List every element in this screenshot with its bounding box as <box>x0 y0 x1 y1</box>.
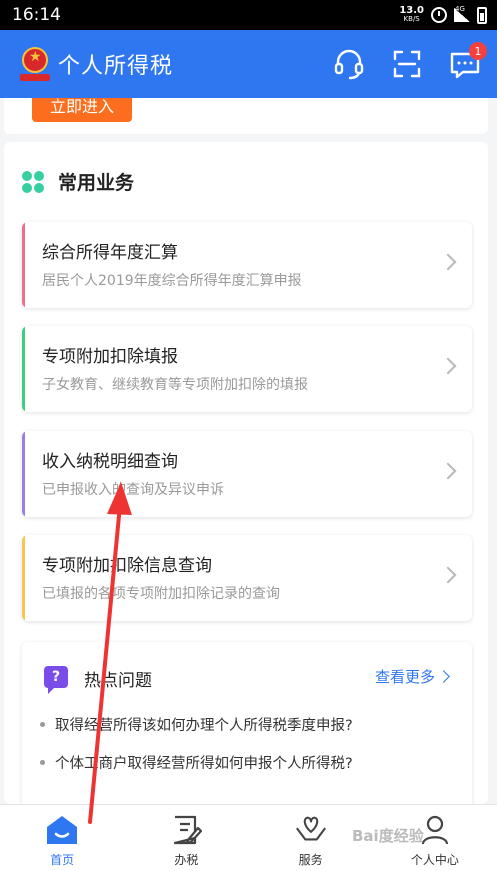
alarm-icon <box>431 7 447 23</box>
service-card-income-tax-query[interactable]: 收入纳税明细查询 已申报收入的查询及异议申诉 <box>22 431 472 517</box>
hot-question-item[interactable]: 个体工商户取得经营所得如何申报个人所得税? <box>40 752 353 773</box>
hot-question-item[interactable]: 取得经营所得该如何办理个人所得税季度申报? <box>40 714 353 735</box>
customer-service-button[interactable] <box>331 46 367 82</box>
service-card-deduction-filing[interactable]: 专项附加扣除填报 子女教育、继续教育等专项附加扣除的填报 <box>22 326 472 412</box>
network-speed-unit: KB/S <box>403 15 420 23</box>
card-accent-bar <box>22 222 25 308</box>
question-icon: ? <box>44 666 68 694</box>
status-time: 16:14 <box>12 5 61 25</box>
chevron-right-icon <box>439 566 457 584</box>
battery-icon <box>477 6 487 24</box>
watermark: Bai度经验 <box>352 827 424 845</box>
card-accent-bar <box>22 326 25 412</box>
card-accent-bar <box>22 431 25 517</box>
service-card-deduction-query[interactable]: 专项附加扣除信息查询 已填报的各项专项附加扣除记录的查询 <box>22 535 472 621</box>
tax-form-icon <box>169 813 203 847</box>
network-type: 4G <box>455 5 465 13</box>
chevron-right-icon <box>439 357 457 375</box>
tab-home[interactable]: 首页 <box>0 805 124 871</box>
status-bar: 16:14 13.0 KB/S 4G <box>0 0 497 30</box>
see-more-label: 查看更多 <box>374 668 435 686</box>
service-description: 居民个人2019年度综合所得年度汇算申报 <box>42 273 302 289</box>
tab-label: 服务 <box>298 853 323 867</box>
network-speed-value: 13.0 <box>399 5 424 16</box>
section-header: 常用业务 <box>22 168 134 195</box>
tab-label: 个人中心 <box>410 853 459 867</box>
service-description: 已申报收入的查询及异议申诉 <box>42 482 224 498</box>
service-description: 子女教育、继续教育等专项附加扣除的填报 <box>42 377 308 393</box>
chevron-right-icon <box>439 462 457 480</box>
bullet-dot <box>40 760 45 765</box>
see-more-link[interactable]: 查看更多 <box>374 666 450 687</box>
services-grid-icon <box>22 170 44 193</box>
heart-hands-icon <box>294 813 328 847</box>
home-icon <box>45 813 79 847</box>
tax-emblem-icon <box>20 47 50 81</box>
scan-button[interactable] <box>389 46 425 82</box>
service-title: 专项附加扣除填报 <box>42 347 178 367</box>
tab-label: 首页 <box>50 853 75 867</box>
service-card-annual-settlement[interactable]: 综合所得年度汇算 居民个人2019年度综合所得年度汇算申报 <box>22 222 472 308</box>
tab-tax[interactable]: 办税 <box>124 805 248 871</box>
network-speed: 13.0 KB/S <box>399 6 424 24</box>
app-title: 个人所得税 <box>58 54 174 79</box>
card-accent-bar <box>22 535 25 621</box>
service-title: 综合所得年度汇算 <box>42 243 178 263</box>
header-actions: 1 <box>331 42 487 82</box>
top-banner-card: 立即进入 <box>4 98 488 134</box>
app-header: 个人所得税 1 <box>0 30 497 98</box>
hot-questions-title: 热点问题 <box>84 671 152 691</box>
hot-question-text: 个体工商户取得经营所得如何申报个人所得税? <box>55 756 353 772</box>
scan-icon <box>393 50 421 78</box>
common-services-panel: 常用业务 综合所得年度汇算 居民个人2019年度综合所得年度汇算申报 专项附加扣… <box>4 142 488 812</box>
service-description: 已填报的各项专项附加扣除记录的查询 <box>42 586 280 602</box>
chevron-right-icon <box>439 253 457 271</box>
notification-badge: 1 <box>469 42 487 60</box>
section-title: 常用业务 <box>58 172 135 194</box>
service-title: 收入纳税明细查询 <box>42 452 178 472</box>
hot-questions-card: ? 热点问题 查看更多 取得经营所得该如何办理个人所得税季度申报? 个体工商户取… <box>22 642 472 812</box>
tab-label: 办税 <box>174 853 199 867</box>
service-title: 专项附加扣除信息查询 <box>42 556 212 576</box>
status-icons: 13.0 KB/S 4G <box>399 5 487 24</box>
hot-question-text: 取得经营所得该如何办理个人所得税季度申报? <box>55 718 353 734</box>
chevron-right-icon <box>437 670 450 683</box>
headset-icon <box>334 49 364 80</box>
messages-button[interactable]: 1 <box>447 42 487 82</box>
signal-icon: 4G <box>454 5 470 22</box>
enter-now-button[interactable]: 立即进入 <box>32 98 132 122</box>
bullet-dot <box>40 722 45 727</box>
